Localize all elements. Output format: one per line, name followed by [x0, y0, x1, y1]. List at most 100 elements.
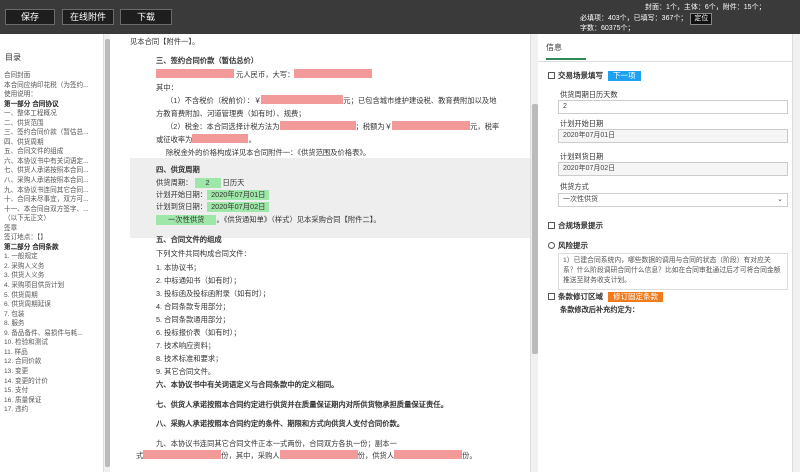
locate-button[interactable]: 定位	[690, 13, 713, 25]
risk-icon	[548, 242, 555, 249]
toc-item[interactable]: 7. 包装	[4, 310, 100, 320]
online-attachment-button[interactable]: 在线附件	[62, 9, 114, 25]
document-scrollbar[interactable]	[530, 34, 538, 472]
copy-icon	[548, 222, 555, 229]
toc-item[interactable]: 9. 备品备件、易损件与耗...	[4, 329, 100, 339]
toc-item[interactable]: 八、采购人承诺按照本合同...	[4, 176, 100, 186]
toc-item[interactable]: 第一部分 合同协议	[4, 100, 100, 110]
info-panel-scrollbar[interactable]	[792, 34, 800, 472]
cycle-days-label: 供货周期日历天数	[560, 90, 618, 99]
contract-doc-item: 8. 技术标准和要求；	[156, 354, 223, 363]
cycle-field[interactable]: 2	[194, 178, 221, 188]
compliance-tips-title: 合规场景提示	[558, 221, 603, 230]
start-date-field[interactable]: 2020年07月01日	[207, 190, 270, 200]
cycle-days-input[interactable]: 2	[558, 100, 788, 114]
levy-rate-field[interactable]	[192, 134, 249, 143]
toc-item[interactable]: 1. 一般规定	[4, 252, 100, 262]
toc-item[interactable]: 四、供货周期	[4, 138, 100, 148]
toc-scrollbar[interactable]	[103, 34, 110, 472]
toc-item[interactable]: 5. 供货周期	[4, 291, 100, 301]
s9-text-d: 份。	[462, 451, 477, 460]
toc-item[interactable]: 三、签约合同价款（暂估总...	[4, 128, 100, 138]
end-date-input[interactable]: 2020年07月02日	[558, 162, 788, 176]
toc-item[interactable]: 合同封面	[4, 71, 100, 81]
toc-item[interactable]: 13. 变更	[4, 367, 100, 377]
contract-doc-item: 7. 技术响应资料；	[156, 341, 216, 350]
copy-icon	[548, 72, 555, 79]
toc-item[interactable]: 十一、本合同自双方签字、...	[4, 205, 100, 215]
document-view: 见本合同【附件一】。 三、签约合同价款（暂估总价） 元人民币，大写： 其中： （…	[110, 34, 530, 472]
risk-title: 风险提示	[558, 241, 588, 250]
supply-mode-field[interactable]: 一次性供货	[156, 215, 217, 225]
toc-item[interactable]: 本合同应纳印花税（为签约...	[4, 81, 100, 91]
toc-item[interactable]: 11. 样品	[4, 348, 100, 358]
supply-mode-select[interactable]: 一次性供货 ⌄	[558, 193, 788, 207]
toc-item[interactable]: 15. 支付	[4, 386, 100, 396]
section4-title: 四、供货周期	[156, 165, 200, 174]
section5-title: 五、合同文件的组成	[156, 235, 222, 244]
toc-item[interactable]: 二、供货范围	[4, 119, 100, 129]
tax-method-field[interactable]	[279, 121, 356, 130]
tax-amount-label: ；税额为￥	[355, 122, 392, 131]
pretax-field[interactable]	[261, 95, 344, 104]
tax-method-label: （2）税金：本合同选择计税方法为	[166, 122, 280, 131]
price-number-field[interactable]	[156, 69, 234, 78]
end-date-field[interactable]: 2020年07月02日	[207, 202, 270, 212]
active-tab-indicator	[546, 58, 586, 60]
levy-rate-end: 。	[248, 135, 256, 144]
toc-item[interactable]: 签章	[4, 224, 100, 234]
save-button[interactable]: 保存	[5, 9, 55, 25]
price-rmb-text: 元人民币，大写：	[236, 70, 295, 79]
info-panel: 信息 交易场景填写 下一项 供货周期日历天数 2 计划开始日期 2020年07月0…	[538, 34, 800, 472]
toc-item[interactable]: 3. 供货人义务	[4, 271, 100, 281]
toc-item[interactable]: 五、合同文件的组成	[4, 147, 100, 157]
toc-item[interactable]: 使用说明：	[4, 90, 100, 100]
start-date-input[interactable]: 2020年07月01日	[558, 129, 788, 143]
toc-item[interactable]: 第二部分 合同条款	[4, 243, 100, 253]
toc-item[interactable]: 14. 变更的计价	[4, 377, 100, 387]
toc-item[interactable]: 2. 采购人义务	[4, 262, 100, 272]
pretax-note-cont: 方教育费附加、河道管理费（如有时）、规费；	[156, 109, 306, 118]
section3-title: 三、签约合同价款（暂估总价）	[156, 56, 259, 65]
toc-item[interactable]: 16. 质量保证	[4, 396, 100, 406]
copies-buyer-field[interactable]	[279, 450, 358, 459]
toc-item[interactable]: 6. 供货周期延误	[4, 300, 100, 310]
download-button[interactable]: 下载	[120, 9, 172, 25]
contract-doc-item: 5. 合同条款通用部分；	[156, 315, 230, 324]
toc-item[interactable]: 六、本协议书中有关词语定...	[4, 157, 100, 167]
toc-item[interactable]: 一、整体工程概况	[4, 109, 100, 119]
toc-item[interactable]: 签订地点：【】	[4, 233, 100, 243]
toc-list: 合同封面 本合同应纳印花税（为签约... 使用说明： 第一部分 合同协议 一、整体工程概…	[4, 71, 100, 415]
toc-item[interactable]: （以下无正文）	[4, 214, 100, 224]
supply-note: 。《供货通知单》（样式）见本采购合同【附件二】。	[216, 215, 381, 224]
section6: 六、本协议书中有关词语定义与合同条款中的定义相同。	[156, 380, 339, 389]
toc-item[interactable]: 十、合同未尽事宜，双方可...	[4, 195, 100, 205]
table-of-contents: 目录 合同封面 本合同应纳印花税（为签约... 使用说明： 第一部分 合同协议 一、整体…	[0, 34, 103, 472]
copy-icon	[548, 293, 555, 300]
toc-item[interactable]: 17. 违约	[4, 405, 100, 415]
top-toolbar: 保存 在线附件 下载 封面：1个，主体：6个，附件：15个； 必填项：403个，…	[0, 0, 800, 34]
section5-intro: 下列文件共同构成合同文件：	[156, 249, 251, 258]
tax-amount-field[interactable]	[392, 121, 470, 130]
toc-item[interactable]: 七、供货人承诺按照本合同...	[4, 166, 100, 176]
copies-supplier-field[interactable]	[394, 450, 463, 459]
levy-rate-label: 或征收率为	[156, 135, 193, 144]
next-item-button[interactable]: 下一项	[608, 71, 641, 81]
contract-doc-item: 2. 中标通知书（如有时）；	[156, 276, 241, 285]
tab-info[interactable]: 信息	[546, 42, 562, 53]
scenario-fill-title: 交易场景填写	[558, 71, 603, 80]
contract-doc-item: 9. 其它合同文件。	[156, 367, 216, 376]
pretax-note: 元；已包含城市维护建设税、教育费附加以及地	[343, 96, 497, 105]
toc-item[interactable]: 10. 检验和测试	[4, 338, 100, 348]
copies-total-field[interactable]	[143, 450, 222, 459]
supply-mode-label-r: 供货方式	[560, 182, 589, 191]
toc-item[interactable]: 4. 采购项目供货计划	[4, 281, 100, 291]
toc-item[interactable]: 12. 合同价款	[4, 357, 100, 367]
price-capital-field[interactable]	[294, 69, 373, 78]
toc-item[interactable]: 8. 服务	[4, 319, 100, 329]
section7: 七、供货人承诺按照本合同约定进行供货并在质量保证期内对所供货物承担质量保证责任。	[156, 400, 448, 409]
section9-line1: 九、本协议书连同其它合同文件正本一式两份，合同双方各执一份；副本一	[156, 439, 397, 448]
revise-fixed-clause-button[interactable]: 修订固定条款	[608, 292, 663, 302]
toc-title: 目录	[5, 53, 21, 62]
toc-item[interactable]: 九、本协议书连同其它合同...	[4, 186, 100, 196]
